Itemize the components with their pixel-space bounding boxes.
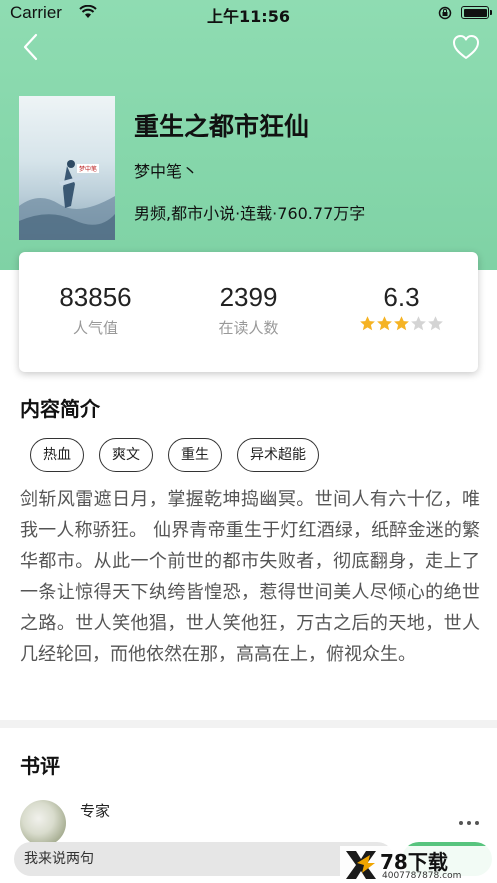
- book-meta: 男频,都市小说·连载·760.77万字: [134, 204, 366, 223]
- rotation-lock-icon: [438, 6, 452, 20]
- intro-heading: 内容简介: [20, 397, 100, 421]
- clock: 上午11:56: [207, 7, 290, 26]
- reviews-heading: 书评: [20, 754, 60, 778]
- avatar[interactable]: [20, 800, 66, 846]
- book-author[interactable]: 梦中笔丶: [134, 158, 198, 182]
- cover-author: 梦中笔: [77, 164, 100, 173]
- reviewer-name: 专家: [80, 802, 111, 820]
- tag-chip[interactable]: 异术超能: [237, 438, 319, 472]
- tag-list: 热血 爽文 重生 异术超能: [30, 438, 319, 472]
- stat-readers: 2399 在读人数: [172, 282, 325, 338]
- tag-chip[interactable]: 爽文: [99, 438, 153, 472]
- book-cover[interactable]: 梦中笔: [19, 96, 115, 240]
- popularity-label: 人气值: [72, 319, 118, 337]
- popularity-value: 83856: [59, 282, 132, 312]
- tag-chip[interactable]: 热血: [30, 438, 84, 472]
- comment-input[interactable]: 我来说两句: [14, 842, 394, 876]
- chevron-left-icon[interactable]: [18, 32, 46, 62]
- readers-value: 2399: [219, 282, 278, 312]
- rating-value: 6.3: [383, 282, 420, 312]
- star-empty-icon: [428, 316, 443, 331]
- star-filled-icon: [360, 316, 375, 331]
- rating-stars: [359, 315, 444, 332]
- stat-rating: 6.3: [325, 282, 478, 336]
- star-empty-icon: [411, 316, 426, 331]
- heart-outline-icon[interactable]: [451, 33, 481, 61]
- star-filled-icon: [377, 316, 392, 331]
- readers-label: 在读人数: [218, 319, 279, 337]
- watermark-url: 4007787878.com: [382, 871, 462, 881]
- section-divider: [0, 720, 497, 728]
- tag-chip[interactable]: 重生: [168, 438, 222, 472]
- status-bar: Carrier 上午11:56: [0, 0, 497, 26]
- battery-icon: [461, 6, 492, 19]
- cover-illustration: [19, 160, 115, 240]
- book-title: 重生之都市狂仙: [134, 112, 310, 141]
- stats-card: 83856 人气值 2399 在读人数 6.3: [19, 252, 478, 372]
- more-icon[interactable]: [458, 820, 480, 826]
- intro-text: 剑斩风雷遮日月，掌握乾坤捣幽冥。世间人有六十亿，唯我一人称骄狂。 仙界青帝重生于…: [20, 489, 480, 665]
- star-filled-icon: [394, 316, 409, 331]
- stat-popularity: 83856 人气值: [19, 282, 172, 338]
